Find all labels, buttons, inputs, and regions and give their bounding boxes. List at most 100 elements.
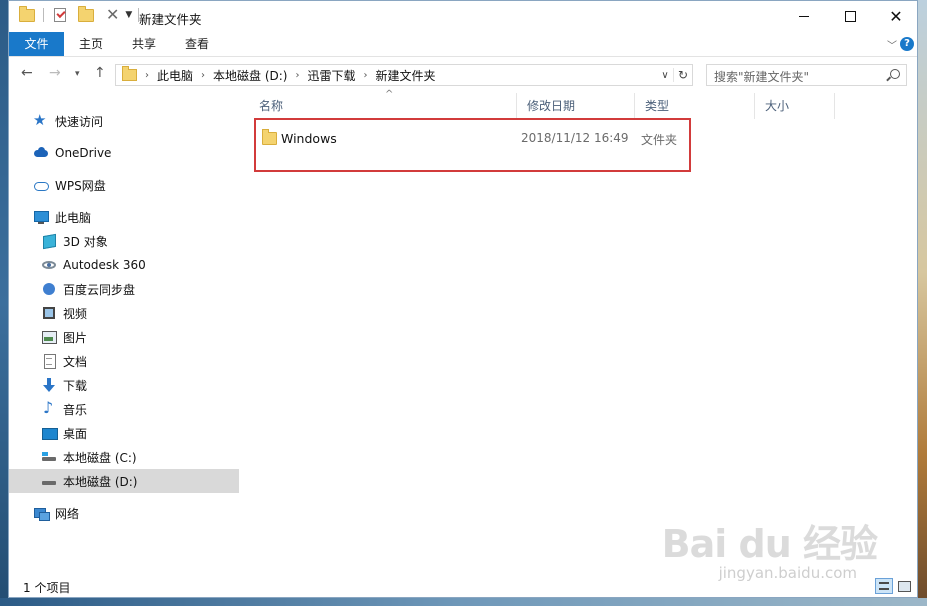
desktop-background-left [0,0,8,606]
up-arrow-icon[interactable]: ↑ [94,65,106,81]
tab-view[interactable]: 查看 [173,32,221,56]
breadcrumb-separator-icon[interactable]: › [364,70,368,81]
autodesk-icon [41,257,57,273]
sidebar-item-label: 下载 [63,378,88,393]
breadcrumb-xunlei-downloads[interactable]: 迅雷下载 [307,67,355,84]
drive-icon [41,473,57,489]
close-button[interactable]: ✕ [873,1,919,32]
picture-icon [41,329,57,345]
search-placeholder: 搜索"新建文件夹" [714,70,810,84]
sidebar-item-label: 文档 [63,354,88,369]
sidebar-item-label: 本地磁盘 (C:) [63,450,137,465]
download-arrow-icon [41,377,57,393]
sidebar-item-drive-d[interactable]: 本地磁盘 (D:) [9,469,239,493]
baidu-watermark-url: jingyan.baidu.com [718,564,857,582]
network-icon [33,505,50,521]
maximize-button[interactable] [827,1,873,32]
sidebar-item-label: 3D 对象 [63,234,108,249]
film-icon [41,305,57,321]
sidebar-item-label: WPS网盘 [55,178,106,193]
sidebar-item-drive-c[interactable]: 本地磁盘 (C:) [9,445,239,469]
music-note-icon [41,398,57,417]
ribbon-tabs: 文件 主页 共享 查看 ﹀ ? [9,32,917,57]
folder-icon [122,66,137,81]
tab-file[interactable]: 文件 [9,32,64,56]
star-icon [33,111,49,129]
desktop-icon [41,425,58,441]
tab-home[interactable]: 主页 [67,32,115,56]
breadcrumb-new-folder[interactable]: 新建文件夹 [376,67,436,84]
sidebar-item-this-pc[interactable]: 此电脑 [9,205,239,229]
desktop-background-bottom [0,598,927,606]
breadcrumb-this-pc[interactable]: 此电脑 [157,67,193,84]
new-folder-icon[interactable] [78,5,94,22]
toolbar-divider [43,8,44,22]
sidebar-item-onedrive[interactable]: OneDrive [9,141,239,165]
column-header-size[interactable]: 大小 [755,93,835,119]
customize-toolbar-chevron-icon[interactable]: ▼ [125,10,132,20]
folder-icon [19,5,35,22]
sidebar-item-baidu-sync[interactable]: 百度云同步盘 [9,277,239,301]
minimize-button[interactable] [781,1,827,32]
title-bar: ✕ ▼ 新建文件夹 ✕ [9,1,917,32]
tab-share[interactable]: 共享 [120,32,168,56]
quick-access-toolbar: ✕ ▼ [19,5,140,23]
sidebar-item-videos[interactable]: 视频 [9,301,239,325]
delete-icon[interactable]: ✕ [106,7,119,23]
windows-drive-icon [41,449,57,465]
sidebar-item-documents[interactable]: 文档 [9,349,239,373]
forward-arrow-icon[interactable]: → [49,65,61,81]
navigation-pane: 快速访问 OneDrive WPS网盘 此电脑 3D 对象 Autodesk 3… [9,93,239,571]
sidebar-item-desktop[interactable]: 桌面 [9,421,239,445]
back-arrow-icon[interactable]: ← [21,65,33,81]
sidebar-item-label: 百度云同步盘 [63,282,136,297]
expand-ribbon-chevron-icon[interactable]: ﹀ [887,37,897,52]
item-count: 1 个项目 [23,581,71,595]
sidebar-item-network[interactable]: 网络 [9,501,239,525]
baidu-cloud-icon [41,281,57,297]
help-icon[interactable]: ? [900,37,914,51]
column-header-type[interactable]: 类型 [635,93,755,119]
cloud-icon [33,145,49,161]
sidebar-item-downloads[interactable]: 下载 [9,373,239,397]
sidebar-item-label: 图片 [63,330,88,345]
address-controls: ∨ ↻ [657,65,692,85]
breadcrumb-separator-icon[interactable]: › [295,70,299,81]
sidebar-item-label: Autodesk 360 [63,258,146,272]
refresh-icon[interactable]: ↻ [673,68,692,82]
sidebar-item-music[interactable]: 音乐 [9,397,239,421]
properties-icon[interactable] [54,8,66,22]
breadcrumb-separator-icon[interactable]: › [201,70,205,81]
column-header-name[interactable]: 名称 [249,93,517,119]
cloud-outline-icon [33,177,49,193]
address-history-chevron-icon[interactable]: ∨ [657,70,673,81]
red-annotation-box [254,118,691,172]
baidu-watermark: Bai du 经验 [661,522,878,566]
sidebar-item-3d-objects[interactable]: 3D 对象 [9,229,239,253]
sidebar-item-label: 网络 [55,506,80,521]
large-icons-view-icon[interactable] [895,578,913,594]
breadcrumb-separator-icon[interactable]: › [145,70,149,81]
sidebar-item-label: 桌面 [63,426,88,441]
document-icon [41,353,57,369]
column-header-date-modified[interactable]: 修改日期 [517,93,635,119]
details-view-icon[interactable] [875,578,893,594]
file-list: ^ 名称 修改日期 类型 大小 Windows 2018/11/12 16:49… [249,89,917,571]
sidebar-item-label: OneDrive [55,146,112,160]
breadcrumb-drive-d[interactable]: 本地磁盘 (D:) [213,67,287,84]
recent-locations-chevron-icon[interactable]: ▾ [75,69,80,79]
search-box[interactable]: 搜索"新建文件夹" [706,64,907,86]
address-bar[interactable]: › 此电脑 › 本地磁盘 (D:) › 迅雷下载 › 新建文件夹 ∨ ↻ [115,64,693,86]
navigation-bar: ← → ▾ ↑ › 此电脑 › 本地磁盘 (D:) › 迅雷下载 › 新建文件夹… [9,57,917,93]
sidebar-item-autodesk-360[interactable]: Autodesk 360 [9,253,239,277]
sidebar-item-label: 视频 [63,306,88,321]
sidebar-item-label: 快速访问 [55,114,104,129]
sidebar-item-label: 音乐 [63,402,88,417]
sidebar-item-pictures[interactable]: 图片 [9,325,239,349]
explorer-window: ✕ ▼ 新建文件夹 ✕ 文件 主页 共享 查看 ﹀ ? ← → ▾ ↑ › 此电… [8,0,918,598]
computer-icon [33,209,49,225]
sidebar-item-quick-access[interactable]: 快速访问 [9,109,239,133]
cube-icon [41,233,57,249]
search-icon[interactable] [890,69,900,79]
sidebar-item-wps-drive[interactable]: WPS网盘 [9,173,239,197]
